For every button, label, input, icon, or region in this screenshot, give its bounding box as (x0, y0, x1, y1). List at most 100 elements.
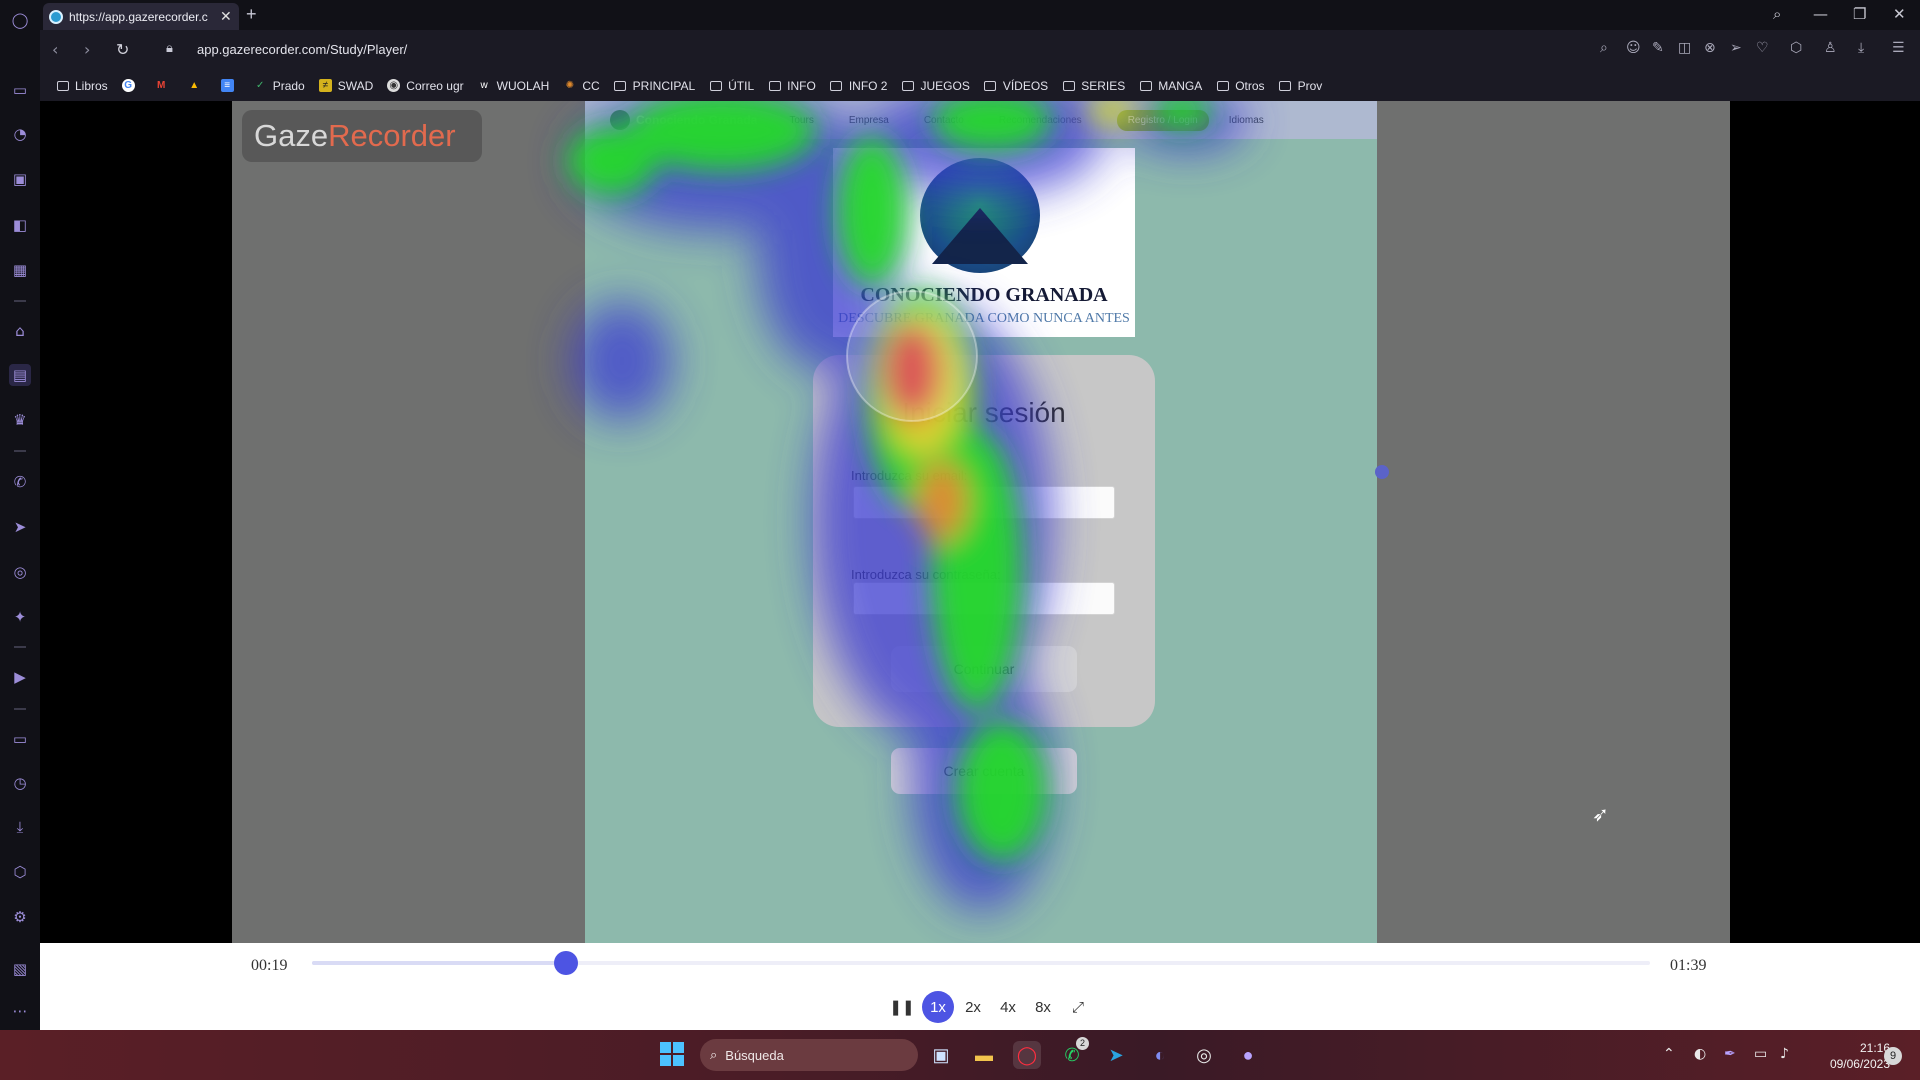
email-label: Introduzca su email: (851, 468, 968, 483)
login-title: Iniciar sesión (902, 397, 1066, 428)
twitch-icon[interactable]: ◧ (9, 214, 31, 236)
search-tabs-icon[interactable]: ⌕ (1773, 5, 1781, 23)
document-icon[interactable]: ▤ (9, 364, 31, 386)
close-window-button[interactable]: ✕ (1893, 5, 1906, 23)
bookmark-wuolah[interactable]: w WUOLAH (478, 79, 550, 93)
bookmark-info[interactable]: INFO (768, 79, 816, 93)
gaze-player: Conociendo Granada Tours Empresa Contact… (40, 101, 1920, 943)
discord-taskbar-icon[interactable]: ◐ (1146, 1041, 1174, 1069)
chat-icon[interactable]: ▭ (9, 728, 31, 750)
speed-8x-button[interactable]: 8x (1026, 991, 1060, 1023)
menu-icon[interactable]: ☰ (1892, 40, 1905, 56)
bookmark-juegos[interactable]: JUEGOS (901, 79, 970, 93)
zoom-icon[interactable]: ⌕ (1600, 40, 1608, 56)
notification-badge[interactable]: 9 (1884, 1047, 1902, 1065)
store-icon[interactable]: ▣ (9, 168, 31, 190)
folder-icon (1216, 80, 1229, 91)
emoji-icon[interactable]: ☺ (1626, 40, 1641, 56)
bookmark-prado[interactable]: ✓ Prado (254, 79, 305, 93)
opera-taskbar-icon[interactable]: ◯ (1013, 1041, 1041, 1069)
lock-icon[interactable]: 🔒︎ (166, 40, 173, 56)
heart-icon[interactable]: ♡ (1756, 40, 1769, 56)
speed-1x-button[interactable]: 1x (922, 991, 954, 1023)
camera-icon[interactable]: ◫ (1678, 40, 1691, 56)
bookmark-videos[interactable]: VÍDEOS (984, 79, 1048, 93)
bookmark-drive[interactable]: ▲ (188, 79, 207, 92)
speed-4x-button[interactable]: 4x (991, 991, 1025, 1023)
task-view-icon[interactable]: ▣ (927, 1041, 955, 1069)
volume-icon[interactable]: ♪ (1780, 1046, 1789, 1062)
telegram-icon[interactable]: ➤ (9, 516, 31, 538)
restore-button[interactable]: ❐ (1853, 5, 1866, 23)
gamepad-icon[interactable]: ▭ (9, 79, 31, 101)
box-icon[interactable]: ⬡ (1790, 40, 1802, 56)
bookmark-correo-ugr[interactable]: ◉ Correo ugr (387, 79, 464, 93)
bookmark-util[interactable]: ÚTIL (709, 79, 754, 93)
url-field[interactable]: app.gazerecorder.com/Study/Player/ (197, 42, 407, 57)
site-brand: Conociendo Granada (610, 110, 757, 130)
whatsapp-taskbar-icon[interactable]: ✆ 2 (1058, 1037, 1089, 1069)
bookmark-libros[interactable]: Libros (56, 79, 108, 93)
bookmark-google[interactable]: G (121, 79, 141, 92)
pen-tray-icon[interactable]: ✒ (1724, 1046, 1736, 1062)
player-icon[interactable]: ▶ (9, 666, 31, 688)
opera-logo-icon[interactable]: ◯ (9, 9, 31, 31)
folder-icon (1279, 80, 1292, 91)
reload-icon[interactable]: ↻ (116, 40, 129, 59)
speed-2x-button[interactable]: 2x (956, 991, 990, 1023)
steam-taskbar-icon[interactable]: ◎ (1190, 1041, 1218, 1069)
folder-icon (901, 80, 914, 91)
bookmark-manga[interactable]: MANGA (1139, 79, 1202, 93)
extensions-icon[interactable]: ▦ (9, 259, 31, 281)
new-tab-button[interactable]: + (246, 4, 257, 25)
bookmark-prov[interactable]: Prov (1279, 79, 1322, 93)
gallery-icon[interactable]: ▧ (9, 958, 31, 980)
cube-icon[interactable]: ⬡ (9, 861, 31, 883)
bookmark-cc[interactable]: ✺ CC (563, 79, 600, 93)
speedometer-icon[interactable]: ◔ (9, 123, 31, 145)
bookmark-otros[interactable]: Otros (1216, 79, 1265, 93)
network-icon[interactable]: ▭ (1754, 1046, 1767, 1062)
send-icon[interactable]: ➢ (1730, 40, 1742, 56)
bookmark-series[interactable]: SERIES (1062, 79, 1125, 93)
seek-thumb[interactable] (554, 951, 579, 975)
minimize-button[interactable]: — (1813, 5, 1828, 23)
github-taskbar-icon[interactable]: ● (1234, 1041, 1262, 1069)
profile-icon[interactable]: ♙ (1824, 40, 1837, 56)
bookmark-info-2[interactable]: INFO 2 (830, 79, 887, 93)
edit-icon[interactable]: ✎ (1652, 40, 1664, 56)
taskbar-search[interactable]: ⌕ Búsqueda (700, 1039, 918, 1071)
telegram-taskbar-icon[interactable]: ➤ (1102, 1041, 1130, 1069)
home-icon[interactable]: ⌂ (9, 320, 31, 342)
windows-start-icon[interactable] (658, 1040, 686, 1068)
close-tab-icon[interactable]: ✕ (220, 8, 232, 25)
downloads-icon[interactable]: ⤓ (9, 816, 31, 838)
instagram-icon[interactable]: ◎ (9, 561, 31, 583)
fullscreen-icon[interactable]: ⤢ (1061, 991, 1095, 1023)
pause-button[interactable]: ❚❚ (885, 991, 919, 1023)
system-clock[interactable]: 21:16 09/06/2023 (1810, 1040, 1890, 1072)
recording-video[interactable]: Conociendo Granada Tours Empresa Contact… (232, 101, 1730, 943)
blocker-icon[interactable]: ⊗ (1704, 40, 1716, 56)
more-icon[interactable]: ⋯ (9, 1000, 31, 1022)
site-logo-box: CONOCIENDO GRANADA DESCUBRE GRANADA COMO… (833, 148, 1135, 337)
tab-gazerecorder[interactable]: https://app.gazerecorder.c ✕ (43, 3, 239, 30)
twitter-icon[interactable]: ✦ (9, 606, 31, 628)
download-icon[interactable]: ⤓ (1858, 40, 1864, 56)
file-explorer-icon[interactable]: ▬ (970, 1041, 998, 1069)
discord-tray-icon[interactable]: ◐ (1694, 1046, 1706, 1062)
back-icon[interactable]: ‹ (52, 40, 58, 59)
bookmark-principal[interactable]: PRINCIPAL (614, 79, 695, 93)
forward-icon[interactable]: › (84, 40, 90, 59)
history-icon[interactable]: ◷ (9, 772, 31, 794)
docs-icon: ≡ (220, 79, 234, 92)
bookmark-swad[interactable]: ≠ SWAD (318, 79, 373, 93)
seek-bar[interactable] (312, 951, 1650, 975)
whatsapp-icon[interactable]: ✆ (9, 471, 31, 493)
tray-expand-icon[interactable]: ⌃ (1663, 1046, 1675, 1062)
sidebar-separator (14, 646, 26, 648)
bookmark-docs[interactable]: ≡ (220, 79, 240, 92)
crown-icon[interactable]: ♛ (9, 409, 31, 431)
settings-icon[interactable]: ⚙ (9, 906, 31, 928)
bookmark-gmail[interactable]: M (155, 79, 174, 92)
